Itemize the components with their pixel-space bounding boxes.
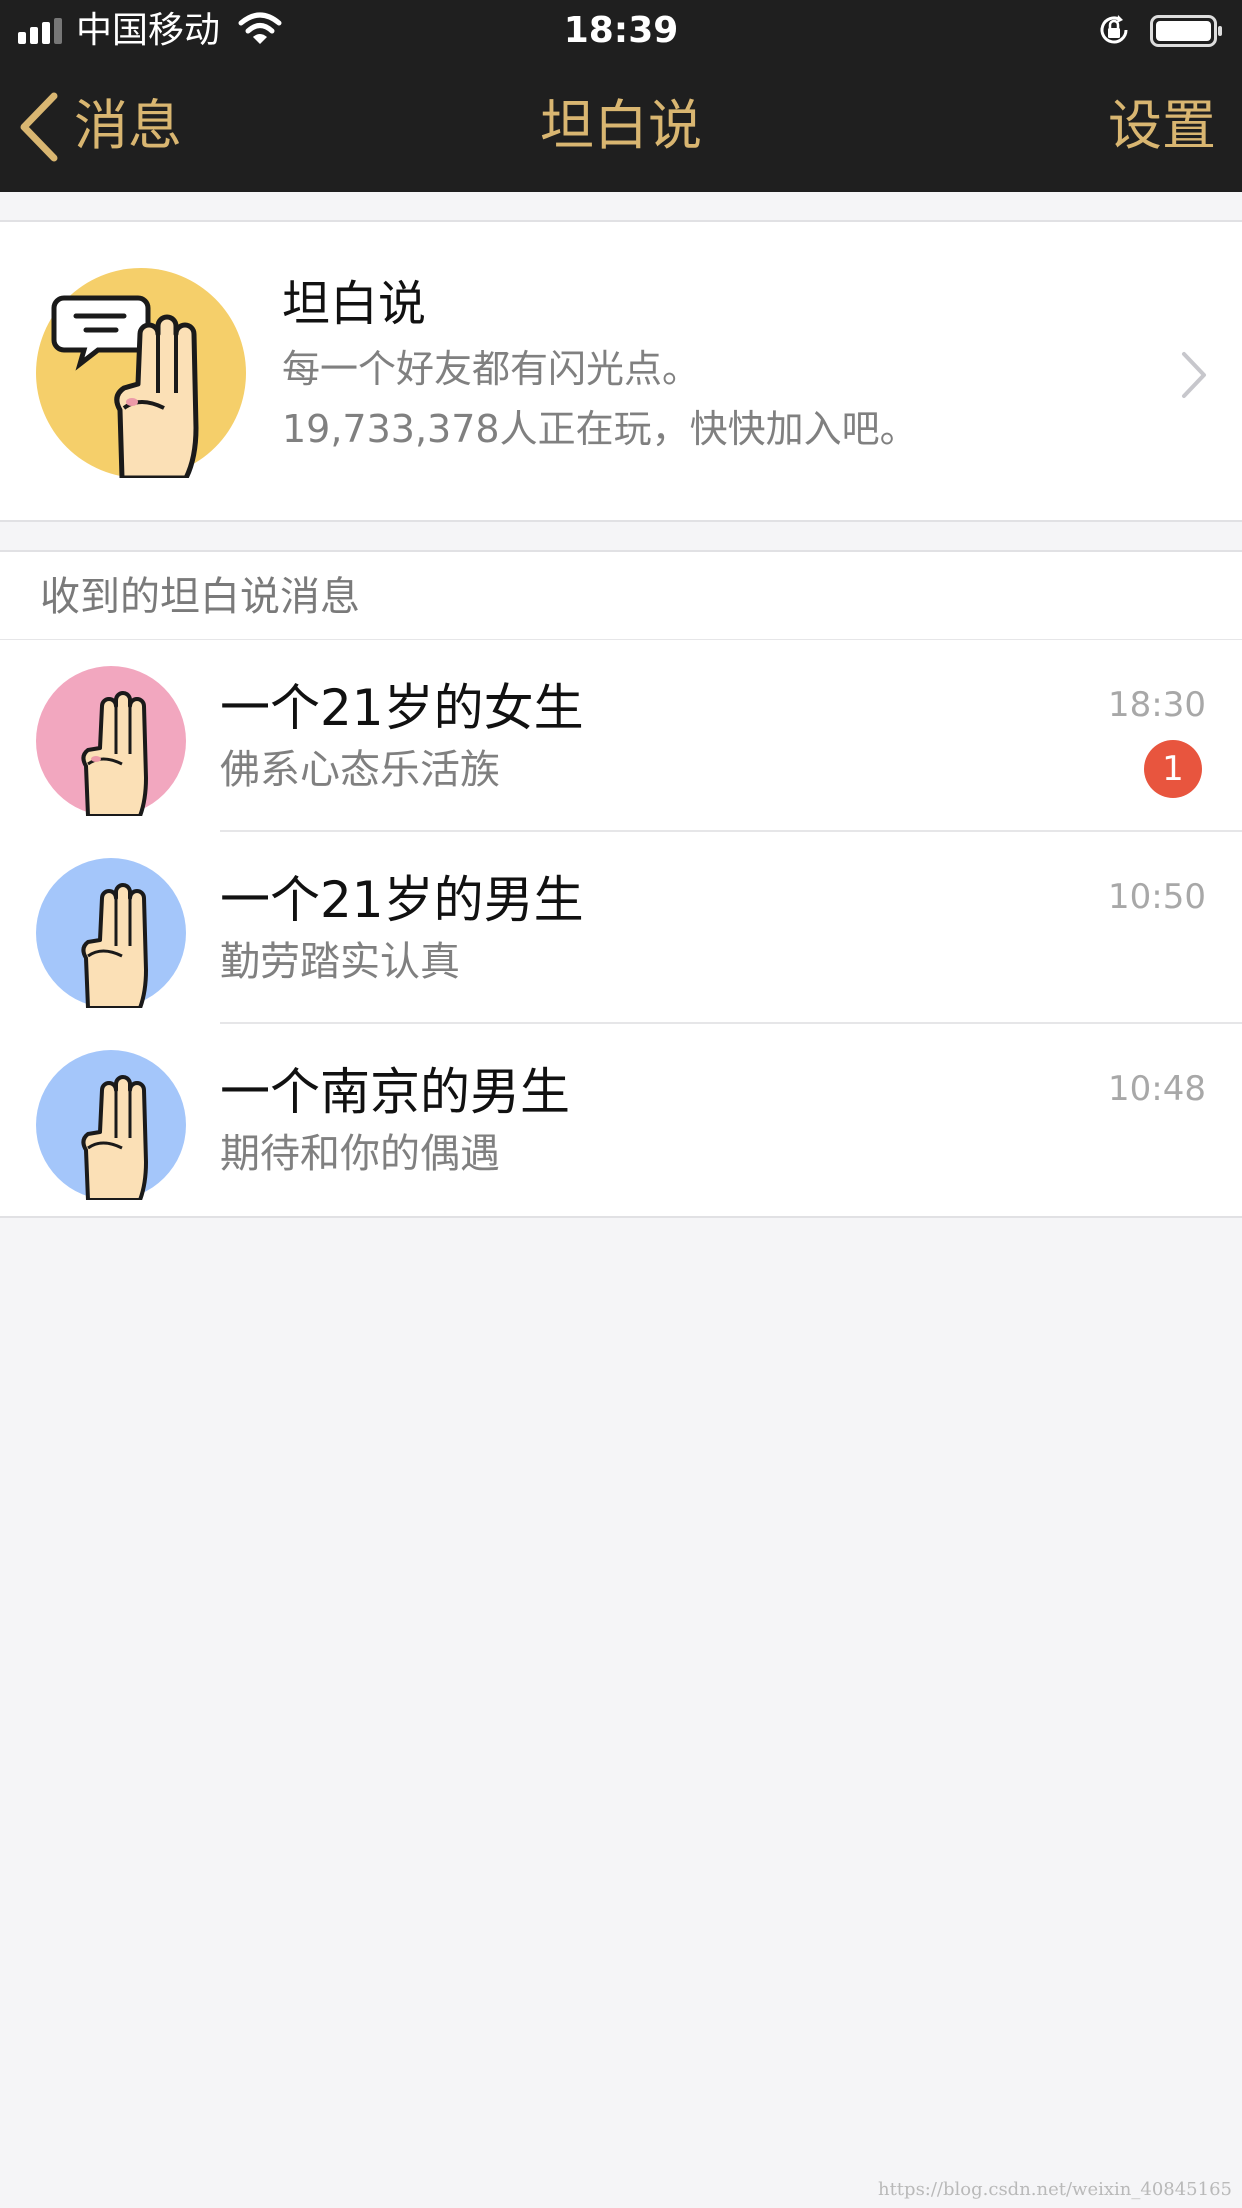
hand-avatar-icon xyxy=(36,1050,186,1200)
feature-card[interactable]: 坦白说 每一个好友都有闪光点。 19,733,378人正在玩，快快加入吧。 xyxy=(0,220,1242,522)
message-subtitle: 期待和你的偶遇 xyxy=(220,1131,500,1177)
message-title: 一个21岁的男生 xyxy=(220,871,584,929)
message-time: 10:50 xyxy=(1108,877,1206,917)
hand-avatar-icon xyxy=(36,666,186,816)
section-title: 收到的坦白说消息 xyxy=(40,574,360,620)
message-row[interactable]: 一个21岁的男生 勤劳踏实认真 10:50 xyxy=(0,832,1242,1024)
message-title: 一个南京的男生 xyxy=(220,1063,570,1121)
message-subtitle: 佛系心态乐活族 xyxy=(220,747,500,793)
status-time: 18:39 xyxy=(563,10,679,51)
section-header: 收到的坦白说消息 xyxy=(0,550,1242,640)
status-bar: 中国移动 18:39 xyxy=(0,0,1242,62)
message-subtitle: 勤劳踏实认真 xyxy=(220,939,460,985)
orientation-lock-icon xyxy=(1100,15,1128,44)
message-list: 一个21岁的女生 佛系心态乐活族 18:30 1 一个21岁的男生 勤劳踏实认真… xyxy=(0,640,1242,1218)
message-time: 18:30 xyxy=(1108,685,1206,725)
navigation-bar: 消息 坦白说 设置 xyxy=(0,62,1242,192)
feature-title: 坦白说 xyxy=(282,276,427,332)
message-row[interactable]: 一个南京的男生 期待和你的偶遇 10:48 xyxy=(0,1024,1242,1216)
page-title: 坦白说 xyxy=(540,94,702,157)
feature-description: 每一个好友都有闪光点。 xyxy=(282,347,701,391)
feature-player-count: 19,733,378人正在玩，快快加入吧。 xyxy=(282,407,918,451)
battery-icon xyxy=(1150,15,1222,47)
unread-badge: 1 xyxy=(1144,740,1202,798)
message-title: 一个21岁的女生 xyxy=(220,679,584,737)
chevron-right-icon xyxy=(1182,352,1206,398)
hand-avatar-icon xyxy=(36,858,186,1008)
watermark-text: https://blog.csdn.net/weixin_40845165 xyxy=(877,2179,1232,2200)
message-row[interactable]: 一个21岁的女生 佛系心态乐活族 18:30 1 xyxy=(0,640,1242,832)
settings-button[interactable]: 设置 xyxy=(1108,96,1216,156)
message-time: 10:48 xyxy=(1108,1069,1206,1109)
feature-avatar xyxy=(36,268,246,478)
